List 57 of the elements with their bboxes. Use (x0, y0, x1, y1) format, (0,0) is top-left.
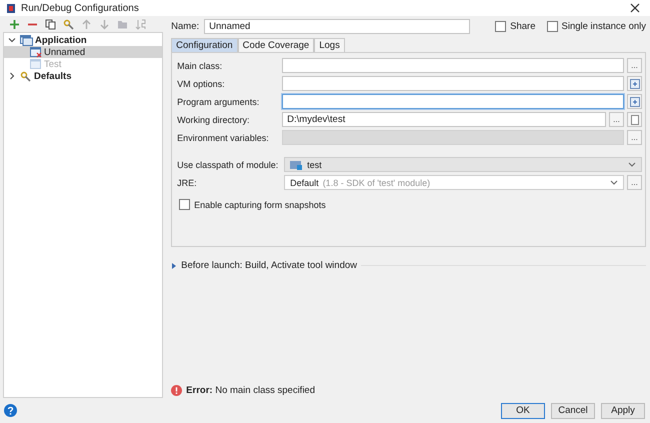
field-label: VM options: (177, 78, 226, 88)
window-icon (30, 46, 42, 58)
close-icon[interactable] (630, 3, 640, 13)
name-field[interactable]: Unnamed (204, 18, 470, 34)
chevron-right-icon[interactable] (8, 72, 16, 80)
browse-button[interactable]: ... (627, 58, 642, 73)
field-label: Program arguments: (177, 96, 260, 106)
checkbox-label: Single instance only (562, 20, 646, 32)
copy-icon[interactable] (45, 18, 56, 30)
field-label: JRE: (177, 178, 198, 188)
expand-button[interactable] (627, 76, 642, 91)
chevron-down-icon (610, 180, 618, 186)
field-label: Use classpath of module: (177, 160, 280, 170)
error-message: Error: No main class specified (186, 385, 315, 396)
tab[interactable]: Logs (314, 38, 345, 52)
dialog-button[interactable]: Apply (601, 402, 645, 418)
checkbox-label: Enable capturing form snapshots (194, 200, 326, 210)
expand-icon (630, 78, 640, 88)
jre-dropdown[interactable]: Default (1.8 - SDK of 'test' module) (284, 175, 624, 190)
error-icon (171, 385, 182, 396)
field-label: Working directory: (177, 114, 251, 124)
section-toggle[interactable]: Before launch: Build, Activate tool window (181, 260, 358, 271)
checkbox[interactable] (179, 199, 190, 210)
add-icon[interactable] (9, 18, 20, 30)
app-icon (6, 2, 16, 14)
field-label: Main class: (177, 60, 224, 70)
input-field[interactable] (282, 76, 624, 91)
tree-item[interactable]: Unnamed (4, 46, 162, 58)
file-icon (630, 114, 638, 124)
input-field[interactable]: D:\mydev\test (282, 112, 606, 127)
tree-item[interactable]: Defaults (4, 70, 162, 82)
tab[interactable]: Configuration (171, 38, 238, 52)
chevron-down-icon (628, 162, 636, 168)
browse-button[interactable]: ... (627, 175, 642, 190)
chevron-down-icon[interactable] (8, 36, 16, 44)
expand-button[interactable] (627, 94, 642, 109)
module-dropdown[interactable]: test (284, 157, 642, 172)
input-field[interactable] (282, 58, 624, 73)
dialog-button[interactable]: Cancel (551, 402, 595, 418)
input-field[interactable] (282, 94, 624, 109)
checkbox[interactable] (495, 20, 506, 32)
folder-icon (290, 159, 304, 170)
help-icon[interactable] (4, 404, 17, 417)
field-label: Environment variables: (177, 132, 270, 142)
dialog-button[interactable]: OK (501, 402, 545, 418)
tree-item[interactable]: Application (4, 34, 162, 46)
checkbox-label: Share (510, 20, 536, 32)
browse-button[interactable]: ... (609, 112, 624, 127)
name-label: Name: (171, 20, 200, 32)
expand-icon (630, 96, 640, 106)
triangle-right-icon[interactable] (171, 262, 178, 268)
window-icon (20, 34, 33, 46)
window-icon (30, 58, 42, 70)
file-button[interactable] (627, 112, 642, 127)
tab[interactable]: Code Coverage (238, 38, 314, 52)
window-title: Run/Debug Configurations (21, 2, 140, 14)
checkbox[interactable] (546, 20, 558, 32)
